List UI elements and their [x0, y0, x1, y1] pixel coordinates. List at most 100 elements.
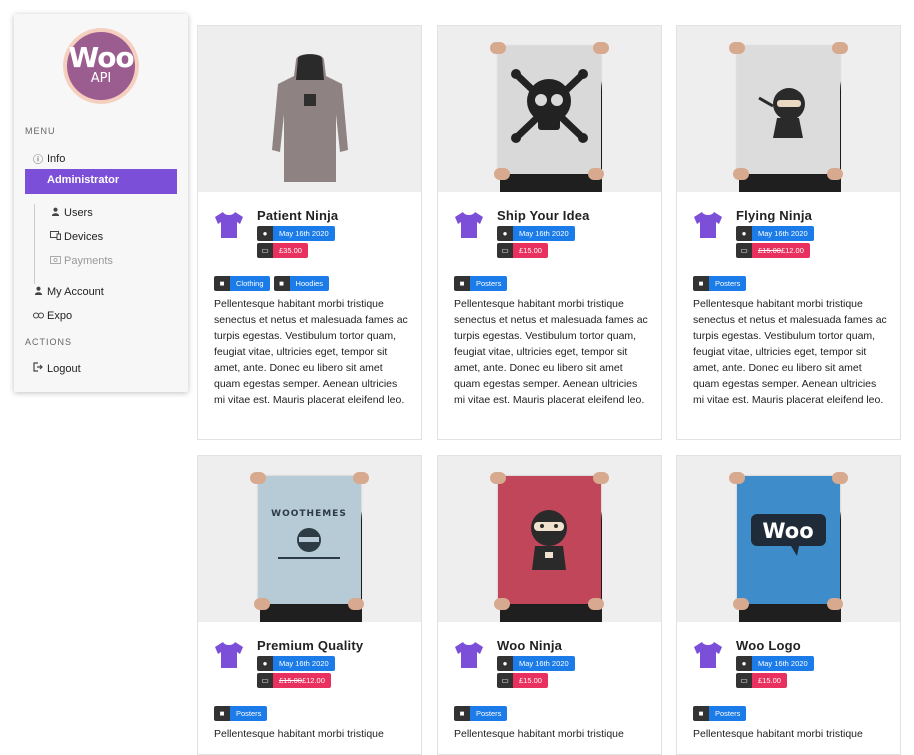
money-icon: ▭	[497, 243, 513, 258]
price-badge: ▭ £15.00	[497, 673, 548, 688]
date-badge: ● May 16th 2020	[257, 226, 335, 241]
price-badge: ▭ £15.00£12.00	[257, 673, 331, 688]
money-icon: ▭	[736, 243, 752, 258]
product-card[interactable]: Flying Ninja ● May 16th 2020 ▭ £15.00£12…	[676, 25, 901, 440]
tag-hoodies[interactable]: ■ Hoodies	[273, 276, 330, 291]
clock-icon: ●	[497, 656, 513, 671]
sidebar-item-label: Info	[47, 152, 66, 165]
product-description: Pellentesque habitant morbi tristique	[214, 728, 384, 740]
tag-label: Posters	[230, 706, 268, 721]
product-title: Ship Your Idea	[497, 208, 590, 223]
logo-text: Woo	[68, 41, 134, 74]
tag-posters[interactable]: ■ Posters	[454, 276, 508, 291]
poster-text: Woo	[762, 519, 813, 543]
sidebar-item-label: Payments	[64, 255, 113, 267]
woo-logo-art: Woo	[751, 514, 826, 556]
clock-icon: ●	[257, 226, 273, 241]
date-badge: ● May 16th 2020	[497, 226, 575, 241]
product-card[interactable]: Ship Your Idea ● May 16th 2020 ▭ £15.00 …	[437, 25, 662, 440]
date-text: May 16th 2020	[752, 226, 814, 241]
poster-text: WOOTHEMES	[271, 509, 347, 519]
money-icon: ▭	[257, 243, 273, 258]
tag-label: Posters	[470, 276, 508, 291]
poster: Woo	[737, 476, 840, 604]
date-text: May 16th 2020	[273, 226, 335, 241]
product-card[interactable]: Woo Ninja ● May 16th 2020 ▭ £15.00 ■ Post…	[437, 455, 662, 755]
sidebar-item-label: Logout	[47, 362, 81, 375]
price-text: £15.00£12.00	[273, 673, 331, 688]
date-text: May 16th 2020	[273, 656, 335, 671]
tag-posters[interactable]: ■ Posters	[214, 706, 268, 721]
sidebar-item-payments[interactable]: Payments	[50, 255, 113, 267]
tag-list: ■ Clothing ■ Hoodies	[214, 276, 330, 291]
tag-icon: ■	[693, 276, 709, 291]
product-title: Woo Ninja	[497, 638, 563, 653]
tag-icon: ■	[693, 706, 709, 721]
sidebar-item-logout[interactable]: Logout	[33, 362, 81, 375]
money-icon: ▭	[497, 673, 513, 688]
price-badge: ▭ £15.00	[736, 673, 787, 688]
sidebar-item-my-account[interactable]: My Account	[33, 286, 104, 298]
tag-clothing[interactable]: ■ Clothing	[214, 276, 270, 291]
shirt-icon	[215, 642, 243, 668]
price-badge: ▭ £35.00	[257, 243, 308, 258]
tag-label: Posters	[470, 706, 508, 721]
date-badge: ● May 16th 2020	[736, 656, 814, 671]
sidebar-item-label: My Account	[47, 286, 104, 298]
sidebar-item-users[interactable]: Users	[50, 207, 93, 219]
woothemes-poster-art: WOOTHEMES	[271, 509, 347, 559]
price-text: £15.00	[752, 673, 787, 688]
devices-icon	[50, 231, 61, 243]
product-description: Pellentesque habitant morbi tristique	[454, 728, 624, 740]
product-card[interactable]: Patient Ninja ● May 16th 2020 ▭ £35.00 ■…	[197, 25, 422, 440]
tag-icon: ■	[273, 276, 290, 291]
price-badge: ▭ £15.00£12.00	[736, 243, 810, 258]
link-icon	[33, 311, 44, 322]
tag-icon: ■	[214, 276, 230, 291]
tag-label: Clothing	[230, 276, 270, 291]
sidebar-item-label: Users	[64, 207, 93, 219]
date-badge: ● May 16th 2020	[736, 226, 814, 241]
logo: Woo API	[63, 28, 139, 104]
skull-icon	[511, 69, 588, 143]
sale-price: £12.00	[301, 676, 325, 685]
product-description: Pellentesque habitant morbi tristique se…	[693, 298, 887, 406]
tag-list: ■ Posters	[693, 276, 747, 291]
shirt-icon	[455, 642, 483, 668]
sidebar-item-administrator[interactable]: Administrator	[25, 169, 177, 194]
clock-icon: ●	[497, 226, 513, 241]
tag-posters[interactable]: ■ Posters	[693, 706, 747, 721]
user-icon	[33, 286, 43, 298]
logout-icon	[33, 362, 43, 375]
product-title: Premium Quality	[257, 638, 364, 653]
clock-icon: ●	[257, 656, 273, 671]
product-image	[438, 456, 661, 622]
tag-icon: ■	[454, 276, 470, 291]
submenu-line	[34, 204, 35, 284]
user-icon	[50, 207, 60, 219]
product-image	[438, 26, 661, 192]
date-badge: ● May 16th 2020	[257, 656, 335, 671]
shirt-icon	[694, 642, 722, 668]
sidebar-item-label: Expo	[47, 310, 73, 322]
tag-label: Posters	[709, 276, 747, 291]
info-icon: ⓘ	[33, 155, 43, 166]
tag-posters[interactable]: ■ Posters	[454, 706, 508, 721]
tag-list: ■ Posters	[454, 276, 508, 291]
tag-icon: ■	[214, 706, 230, 721]
ninja-icon	[531, 510, 567, 570]
poster	[737, 46, 840, 174]
price-text: £15.00	[513, 673, 548, 688]
old-price: £15.00	[758, 246, 781, 255]
price-badge: ▭ £15.00	[497, 243, 548, 258]
sidebar-item-label: Devices	[64, 231, 104, 243]
tag-posters[interactable]: ■ Posters	[693, 276, 747, 291]
tag-label: Hoodies	[289, 276, 330, 291]
sidebar-item-info[interactable]: ⓘ Info	[33, 151, 66, 167]
product-card[interactable]: Woo Woo Logo ● May 16th 2020 ▭ £15.00 ■ P…	[676, 455, 901, 755]
poster	[498, 476, 601, 604]
sidebar-item-devices[interactable]: Devices	[50, 231, 103, 243]
sidebar-item-expo[interactable]: Expo	[33, 310, 72, 322]
tag-icon: ■	[454, 706, 470, 721]
product-card[interactable]: WOOTHEMES Premium Quality ● May 16th 202…	[197, 455, 422, 755]
